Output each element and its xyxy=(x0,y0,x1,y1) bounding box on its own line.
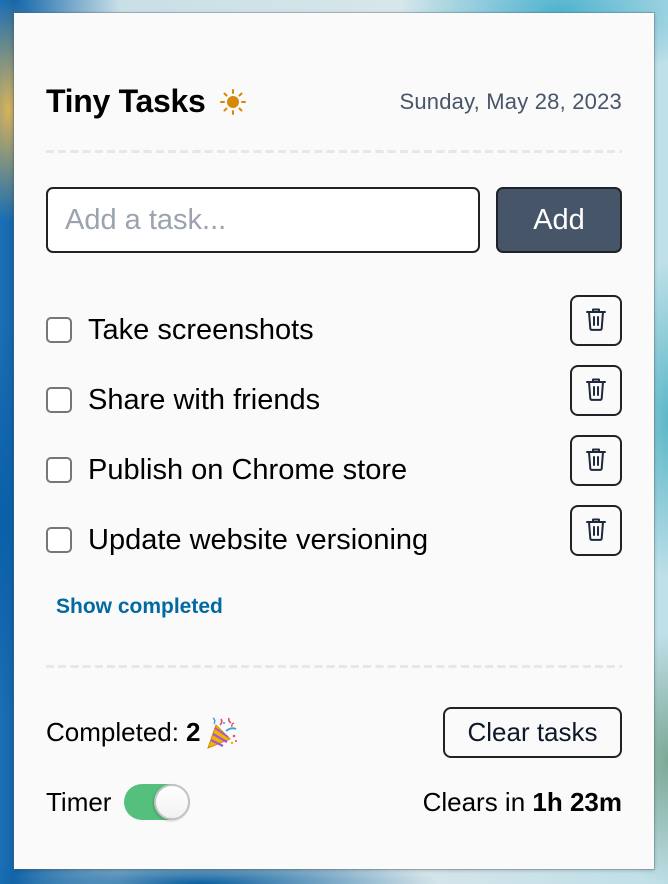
clears-in-text: Clears in 1h 23m xyxy=(423,787,622,818)
task-item: Update website versioning xyxy=(46,505,622,575)
clears-in-value: 1h 23m xyxy=(532,786,622,817)
trash-icon xyxy=(584,376,608,405)
timer-control: Timer xyxy=(46,784,191,820)
sun-icon[interactable] xyxy=(219,88,247,116)
task-item: Share with friends xyxy=(46,365,622,435)
completed-row: Completed: 2 Clear tasks xyxy=(46,707,622,758)
add-task-row: Add xyxy=(46,187,622,253)
trash-icon xyxy=(584,516,608,545)
delete-task-button[interactable] xyxy=(570,505,622,556)
show-completed-link[interactable]: Show completed xyxy=(56,595,223,619)
completed-label: Completed: xyxy=(46,717,179,747)
divider xyxy=(46,150,622,153)
task-label: Update website versioning xyxy=(88,523,429,556)
completed-summary: Completed: 2 xyxy=(46,715,240,751)
delete-task-button[interactable] xyxy=(570,295,622,346)
title-wrap: Tiny Tasks xyxy=(46,83,247,120)
trash-icon xyxy=(584,446,608,475)
timer-row: Timer Clears in 1h 23m xyxy=(46,783,622,821)
task-checkbox[interactable] xyxy=(46,317,72,343)
timer-toggle[interactable] xyxy=(124,784,191,820)
party-popper-icon xyxy=(204,715,240,751)
divider xyxy=(46,665,622,668)
add-task-input[interactable] xyxy=(46,187,480,253)
clear-tasks-button[interactable]: Clear tasks xyxy=(443,707,622,758)
clears-in-label: Clears in xyxy=(422,786,526,817)
task-label: Publish on Chrome store xyxy=(88,453,408,486)
task-checkbox[interactable] xyxy=(46,457,72,483)
toggle-knob xyxy=(154,784,191,820)
task-label: Share with friends xyxy=(88,383,321,416)
task-checkbox[interactable] xyxy=(46,527,72,553)
trash-icon xyxy=(584,306,608,335)
delete-task-button[interactable] xyxy=(570,365,622,416)
current-date: Sunday, May 28, 2023 xyxy=(399,88,622,114)
header: Tiny Tasks Sunday, May 28, 2023 xyxy=(46,83,622,120)
timer-label: Timer xyxy=(46,786,112,817)
task-checkbox[interactable] xyxy=(46,387,72,413)
task-list: Take screenshots Share with friends Publ… xyxy=(46,295,622,575)
delete-task-button[interactable] xyxy=(570,435,622,486)
task-label: Take screenshots xyxy=(88,313,314,346)
tiny-tasks-popup: Tiny Tasks Sunday, May 28, 2023 Add a ta… xyxy=(14,13,654,869)
task-item: Take screenshots xyxy=(46,295,622,365)
app-title: Tiny Tasks xyxy=(46,83,206,119)
task-item: Publish on Chrome store xyxy=(46,435,622,505)
completed-count: 2 xyxy=(185,717,201,747)
add-task-button[interactable]: Add xyxy=(496,187,622,253)
